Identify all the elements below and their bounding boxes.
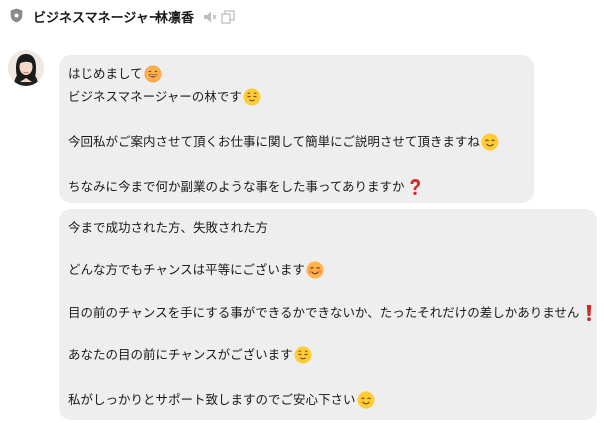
- chat-header: ビジネスマネージャー 林凛香: [0, 0, 604, 32]
- grinning-face-icon: [144, 65, 162, 83]
- message-text: 私がしっかりとサポート致しますのでご安心下さい: [68, 392, 356, 407]
- message-line: ちなみに今まで何か副業のような事をした事ってありますか: [68, 176, 424, 198]
- message-bubble[interactable]: 今まで成功された方、失敗された方 どんな方でもチャンスは平等にございます 目の前…: [59, 209, 597, 420]
- relieved-face-icon: [243, 88, 261, 106]
- avatar[interactable]: [8, 50, 44, 86]
- message-line: 私がしっかりとサポート致しますのでご安心下さい: [68, 389, 375, 411]
- message-line: はじめまして: [68, 63, 162, 85]
- message-line: 今回私がご案内させて頂くお仕事に関して簡単にご説明させて頂きますね: [68, 131, 499, 153]
- message-text: ビジネスマネージャーの林です: [68, 89, 242, 104]
- message-text: はじめまして: [68, 66, 143, 81]
- red-exclamation-mark-icon: [580, 304, 598, 322]
- message-line: どんな方でもチャンスは平等にございます: [68, 259, 324, 281]
- smiling-face-icon: [357, 391, 375, 409]
- copy-icon[interactable]: [221, 9, 235, 24]
- contact-role: ビジネスマネージャー: [33, 11, 162, 26]
- blushing-smile-face-icon: [306, 261, 324, 279]
- message-text: 目の前のチャンスを手にする事ができるかできないか、たったそれだけの差しかありませ…: [68, 305, 580, 320]
- message-line: 今まで成功された方、失敗された方: [68, 217, 268, 239]
- message-line: ビジネスマネージャーの林です: [68, 86, 261, 108]
- speaker-muted-icon[interactable]: [203, 9, 217, 23]
- message-line: あなたの目の前にチャンスがございます: [68, 344, 312, 366]
- contact-name: 林凛香: [155, 11, 195, 26]
- message-text: 今まで成功された方、失敗された方: [68, 220, 269, 235]
- red-question-mark-icon: [406, 178, 424, 196]
- shield-icon: [10, 8, 23, 23]
- message-line: 目の前のチャンスを手にする事ができるかできないか、たったそれだけの差しかありませ…: [68, 302, 598, 324]
- relieved-face-icon: [294, 346, 312, 364]
- smiling-face-icon: [481, 133, 499, 151]
- message-text: あなたの目の前にチャンスがございます: [68, 347, 293, 362]
- message-text: どんな方でもチャンスは平等にございます: [68, 262, 305, 277]
- message-bubble[interactable]: はじめまして ビジネスマネージャーの林です 今回私がご案内させて頂くお仕事に関し…: [59, 55, 534, 203]
- message-text: 今回私がご案内させて頂くお仕事に関して簡単にご説明させて頂きますね: [68, 134, 480, 149]
- message-text: ちなみに今まで何か副業のような事をした事ってありますか: [68, 179, 405, 194]
